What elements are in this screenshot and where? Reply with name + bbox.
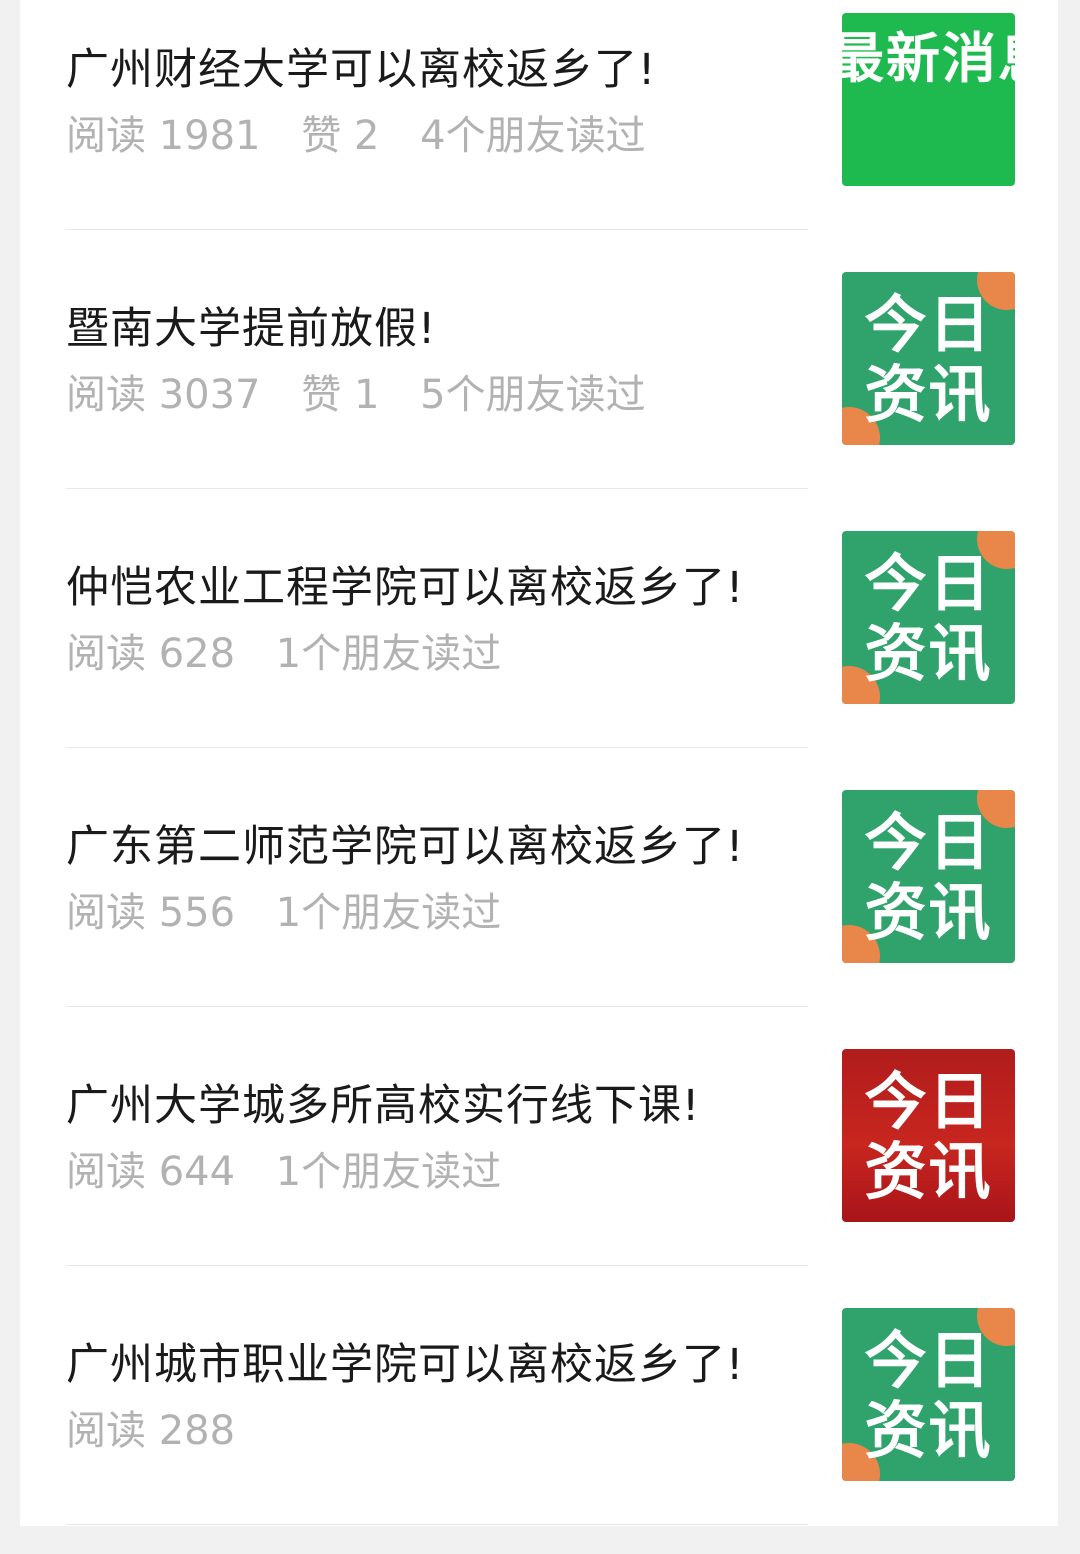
divider xyxy=(66,1524,808,1525)
article-title[interactable]: 广州财经大学可以离校返乡了! xyxy=(66,42,826,98)
article-meta: 阅读 644 1个朋友读过 xyxy=(66,1146,529,1198)
thumbnail-line2: 资讯 xyxy=(864,876,993,949)
read-count: 阅读 628 xyxy=(66,631,236,677)
article-meta: 阅读 628 1个朋友读过 xyxy=(66,628,529,680)
like-count: 赞 2 xyxy=(301,113,380,159)
article-thumbnail[interactable]: 最新消息 xyxy=(842,13,1015,186)
read-count: 阅读 288 xyxy=(66,1408,236,1454)
article-item[interactable]: 仲恺农业工程学院可以离校返乡了! 阅读 628 1个朋友读过 今日 资讯 xyxy=(20,518,1058,777)
article-meta: 阅读 288 xyxy=(66,1405,263,1457)
friends-read: 1个朋友读过 xyxy=(275,1149,502,1195)
friends-read: 1个朋友读过 xyxy=(275,890,502,936)
article-item[interactable]: 广东第二师范学院可以离校返乡了! 阅读 556 1个朋友读过 今日 资讯 xyxy=(20,777,1058,1036)
article-thumbnail[interactable]: 今日 资讯 xyxy=(842,1308,1015,1481)
friends-read: 4个朋友读过 xyxy=(420,113,646,159)
thumbnail-line2: 资讯 xyxy=(864,617,993,690)
article-title[interactable]: 广东第二师范学院可以离校返乡了! xyxy=(66,819,826,875)
article-item[interactable]: 广州大学城多所高校实行线下课! 阅读 644 1个朋友读过 今日 资讯 xyxy=(20,1036,1058,1295)
thumbnail-line1: 今日 xyxy=(864,288,993,361)
article-meta: 阅读 3037 赞 1 5个朋友读过 xyxy=(66,369,674,421)
article-title[interactable]: 暨南大学提前放假! xyxy=(66,301,826,357)
read-count: 阅读 3037 xyxy=(66,372,261,418)
divider xyxy=(66,1006,808,1007)
article-item[interactable]: 暨南大学提前放假! 阅读 3037 赞 1 5个朋友读过 今日 资讯 xyxy=(20,259,1058,518)
article-item[interactable]: 广州城市职业学院可以离校返乡了! 阅读 288 今日 资讯 xyxy=(20,1295,1058,1554)
thumbnail-line1: 今日 xyxy=(864,1065,993,1138)
read-count: 阅读 556 xyxy=(66,890,236,936)
thumbnail-line1: 今日 xyxy=(864,547,993,620)
article-meta: 阅读 1981 赞 2 4个朋友读过 xyxy=(66,110,674,162)
thumbnail-text: 最新消息 xyxy=(842,27,1015,90)
read-count: 阅读 1981 xyxy=(66,113,261,159)
article-thumbnail[interactable]: 今日 资讯 xyxy=(842,272,1015,445)
friends-read: 1个朋友读过 xyxy=(275,631,502,677)
thumbnail-line2: 资讯 xyxy=(864,1135,993,1208)
divider xyxy=(66,1265,808,1266)
thumbnail-line1: 今日 xyxy=(864,1324,993,1397)
article-list: 广州财经大学可以离校返乡了! 阅读 1981 赞 2 4个朋友读过 最新消息 暨… xyxy=(20,0,1058,1526)
divider xyxy=(66,747,808,748)
article-thumbnail[interactable]: 今日 资讯 xyxy=(842,531,1015,704)
divider xyxy=(66,229,808,230)
like-count: 赞 1 xyxy=(301,372,380,418)
friends-read: 5个朋友读过 xyxy=(420,372,646,418)
article-title[interactable]: 广州城市职业学院可以离校返乡了! xyxy=(66,1337,826,1393)
article-meta: 阅读 556 1个朋友读过 xyxy=(66,887,529,939)
article-title[interactable]: 仲恺农业工程学院可以离校返乡了! xyxy=(66,560,826,616)
divider xyxy=(66,488,808,489)
article-thumbnail[interactable]: 今日 资讯 xyxy=(842,790,1015,963)
read-count: 阅读 644 xyxy=(66,1149,236,1195)
thumbnail-line2: 资讯 xyxy=(864,1394,993,1467)
article-title[interactable]: 广州大学城多所高校实行线下课! xyxy=(66,1078,826,1134)
thumbnail-line1: 今日 xyxy=(864,806,993,879)
article-thumbnail[interactable]: 今日 资讯 xyxy=(842,1049,1015,1222)
thumbnail-line2: 资讯 xyxy=(864,358,993,431)
article-item[interactable]: 广州财经大学可以离校返乡了! 阅读 1981 赞 2 4个朋友读过 最新消息 xyxy=(20,0,1058,259)
